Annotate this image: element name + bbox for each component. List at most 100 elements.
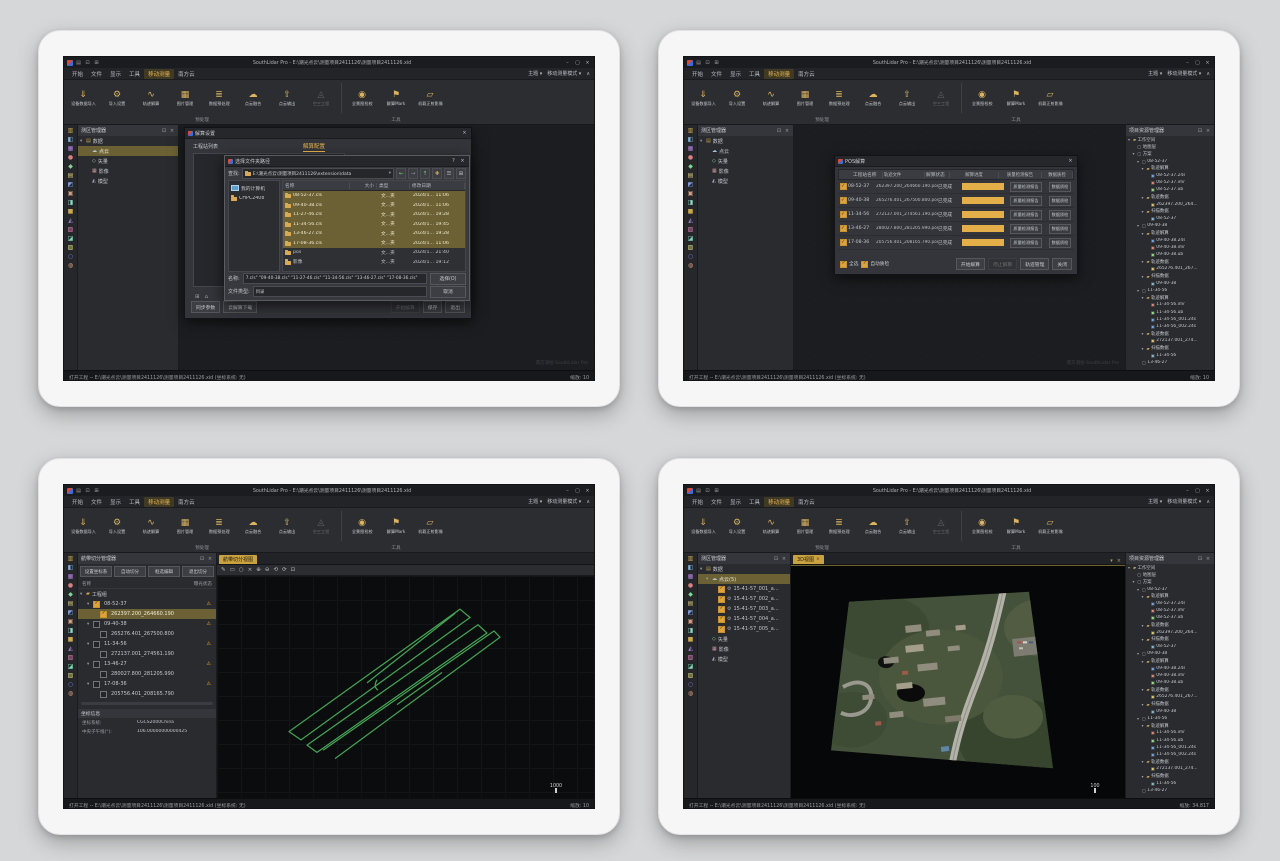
tree-item[interactable]: ▾▣09-40-38.imr⚠ [1126,244,1214,251]
pos-table-row[interactable]: 08-52-37 262397.200_264660.190.pos 已完成 1… [838,180,1074,194]
expand-arrow-icon[interactable]: ▾ [87,642,91,647]
expand-arrow-icon[interactable]: ▾ [1142,594,1146,599]
left-tool-icon[interactable]: ◨ [688,199,694,206]
tree-item[interactable]: ▾▣262397.200_264...⚠ [1126,629,1214,636]
left-tool-icon[interactable]: ■ [688,636,694,643]
left-tool-icon[interactable]: ◧ [688,136,694,143]
ribbon-button[interactable]: ☁点云融合 [856,81,890,115]
expand-arrow-icon[interactable]: ▾ [87,662,91,667]
left-tool-icon[interactable]: ▧ [68,226,74,233]
expand-arrow-icon[interactable]: ▾ [1137,716,1141,721]
expand-arrow-icon[interactable]: ▾ [1142,623,1146,628]
left-tool-icon[interactable]: ● [688,154,693,161]
auto-qc-checkbox[interactable]: 自动质检 [861,261,889,268]
strip-tool-button[interactable]: 设置坐标系 [80,566,112,577]
ribbon-button[interactable]: ◉全景图检校 [965,509,999,543]
strip-tool-button[interactable]: 自动切分 [114,566,146,577]
expand-arrow-icon[interactable]: ▾ [87,682,91,687]
item-checkbox[interactable] [718,626,725,633]
ribbon-button[interactable]: ⇓设备数据导入 [686,81,720,115]
close-panel-icon[interactable]: × [169,128,175,134]
tree-item[interactable]: ▾▦影像⚠ [698,166,793,176]
view-tool-icon[interactable]: ✎ [221,567,226,573]
left-tool-icon[interactable]: ○ [688,253,693,260]
menu-tab[interactable]: 开始 [68,69,87,79]
left-tool-icon[interactable]: ◭ [68,217,73,224]
view-tool-icon[interactable]: ○ [239,567,244,573]
menu-tab[interactable]: 开始 [68,497,87,507]
chevron-down-icon[interactable]: ▾ [389,171,391,176]
save-icon[interactable]: ⊞ [93,488,100,494]
expand-arrow-icon[interactable]: ▾ [1142,295,1146,300]
tree-item[interactable]: ▾▰轨迹数据⚠ [1126,330,1214,337]
strip-split-view-tab[interactable]: 航带切分视图 [219,555,257,564]
collapse-ribbon-icon[interactable]: ∧ [1206,499,1210,505]
quality-report-button[interactable]: 质量检测报告 [1010,196,1041,206]
path-combobox[interactable]: E:\潮光点云\测量项目2411126\extension\data▾ [242,168,394,179]
tree-item[interactable]: ▾▰工程组⚠ [78,589,216,599]
tree-item[interactable]: ▾17-08-36⚠ [78,679,216,689]
ribbon-button[interactable]: ▱机载正射影像 [413,509,447,543]
maximize-button[interactable]: ▢ [1194,488,1201,494]
left-tool-icon[interactable]: ▧ [68,654,74,661]
tree-item[interactable]: ▾▣265276.401_267...⚠ [1126,693,1214,700]
new-icon[interactable]: ▤ [695,60,702,66]
menu-tab[interactable]: 显示 [726,69,745,79]
tree-item[interactable]: ▾▰扫描数据⚠ [1126,208,1214,215]
tree-item[interactable]: ▾▢09-40-38⚠ [1126,222,1214,229]
strip-tool-button[interactable]: 退出切分 [182,566,214,577]
left-tool-icon[interactable]: ○ [68,253,73,260]
float-panel-icon[interactable]: ⊡ [773,556,779,562]
item-checkbox[interactable] [718,616,725,623]
left-tool-icon[interactable]: ◭ [688,645,693,652]
item-checkbox[interactable] [93,661,100,668]
tree-item[interactable]: ▾▢08-52-37⚠ [1126,158,1214,165]
quality-report-button[interactable]: 质量检测报告 [1010,182,1041,192]
tree-item[interactable]: ▾▣11-34-56_002.24s⚠ [1126,751,1214,758]
left-tool-icon[interactable]: ▥ [688,555,694,562]
trajectory-canvas[interactable]: 1000 [217,576,594,798]
ribbon-button[interactable]: ⚙导入设置 [720,81,754,115]
expand-arrow-icon[interactable]: ▾ [1142,659,1146,664]
new-icon[interactable]: ▤ [75,60,82,66]
view-tool-icon[interactable]: ⊡ [291,567,296,573]
ribbon-button[interactable]: ☁点云融合 [856,509,890,543]
menu-tab[interactable]: 显示 [106,497,125,507]
expand-arrow-icon[interactable]: ▾ [1137,587,1141,592]
tree-item[interactable]: ▾▦影像⚠ [78,166,178,176]
close-panel-icon[interactable]: × [784,128,790,134]
import-station-icon[interactable]: ⌂ [205,294,209,300]
expand-arrow-icon[interactable]: ▾ [87,602,91,607]
menu-tab[interactable]: 开始 [688,497,707,507]
ribbon-button[interactable]: ⚙导入设置 [100,81,134,115]
left-tool-icon[interactable]: ▣ [688,618,694,625]
tree-item[interactable]: ▾▢地图层⚠ [1126,571,1214,578]
expand-arrow-icon[interactable]: ▾ [1142,274,1146,279]
close-button[interactable]: × [1204,60,1211,66]
file-nav-icon[interactable]: → [408,168,418,179]
row-checkbox[interactable] [840,183,847,190]
expand-arrow-icon[interactable]: ▾ [1137,651,1141,656]
view-tool-icon[interactable]: × [248,567,253,573]
file-row[interactable]: 13-46-27.cls 文...夹 2024/1... 19:28 [283,229,465,239]
tree-item[interactable]: ▾▰工作空间⚠ [1126,564,1214,571]
close-button[interactable]: × [584,488,591,494]
tree-item[interactable]: ▾▣08-52-37.ub⚠ [1126,186,1214,193]
expand-arrow-icon[interactable]: ▾ [700,567,704,572]
tree-item[interactable]: ▾▣08-52-37.imr⚠ [1126,607,1214,614]
ribbon-button[interactable]: ▦图片管理 [788,81,822,115]
tree-item[interactable]: ▾▰轨迹解算⚠ [1126,229,1214,236]
left-tool-icon[interactable]: ■ [68,636,74,643]
menu-tab[interactable]: 南方云 [794,69,819,79]
file-row[interactable]: 09-40-38.cls 文...夹 2024/1... 11:06 [283,201,465,211]
tree-item[interactable]: ▾◭模型⚠ [78,176,178,186]
left-tool-icon[interactable]: ▤ [68,600,74,607]
tree-item[interactable]: ▾▣08-52-37⚠ [1126,215,1214,222]
tree-item[interactable]: ▾▣11-34-56_002.24s⚠ [1126,323,1214,330]
open-icon[interactable]: ⊡ [84,488,91,494]
menu-tab[interactable]: 工具 [745,69,764,79]
left-tool-icon[interactable]: ▣ [688,190,694,197]
ribbon-button[interactable]: ⇓设备数据导入 [686,509,720,543]
tree-item[interactable]: ▾▢11-34-56⚠ [1126,715,1214,722]
file-nav-icon[interactable]: ☰ [444,168,454,179]
